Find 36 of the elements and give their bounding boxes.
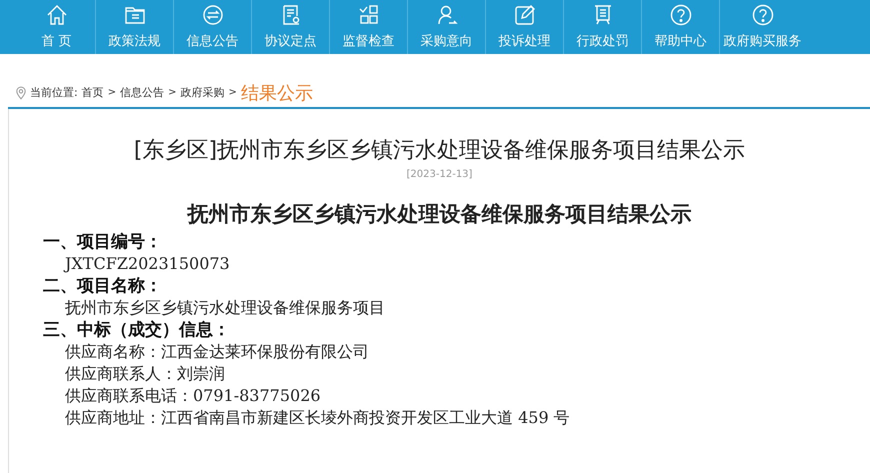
notice-heading: 抚州市东乡区乡镇污水处理设备维保服务项目结果公示 <box>186 201 692 228</box>
location-pin-icon <box>16 86 26 100</box>
nav-item[interactable]: 信息公告 <box>174 0 252 54</box>
nav-item[interactable]: 协议定点 <box>252 0 330 54</box>
nav-item[interactable]: 投诉处理 <box>486 0 564 54</box>
section-heading: 三、中标（成交）信息： <box>42 319 231 341</box>
breadcrumb-separator: > <box>228 87 237 98</box>
nav-item[interactable]: 采购意向 <box>408 0 486 54</box>
breadcrumb-separator: > <box>168 87 176 98</box>
breadcrumb-current: 结果公示 <box>240 82 313 104</box>
nav-item[interactable]: 行政处罚 <box>564 0 642 54</box>
home-icon <box>44 3 68 27</box>
edit-icon <box>512 3 536 27</box>
breadcrumb-link[interactable]: 首页 <box>82 85 104 100</box>
nav-item[interactable]: 政策法规 <box>96 0 174 54</box>
section-text: JXTCFZ2023150073 <box>62 253 231 275</box>
breadcrumb-link[interactable]: 信息公告 <box>120 85 164 100</box>
section-text: 供应商联系电话：0791-83775026 <box>64 385 322 407</box>
nav-item[interactable]: 首 页 <box>18 0 96 54</box>
help-icon <box>668 3 692 27</box>
article-date: [2023-12-13] <box>406 169 474 180</box>
section-text: 供应商联系人：刘崇润 <box>64 363 226 385</box>
section-text: 供应商地址：江西省南昌市新建区长堎外商投资开发区工业大道 459 号 <box>64 407 571 429</box>
breadcrumb-link[interactable]: 政府采购 <box>180 85 224 100</box>
section-text: 供应商名称：江西金达莱环保股份有限公司 <box>64 341 370 363</box>
help-icon <box>750 3 774 27</box>
exchange-icon <box>200 3 224 27</box>
nav-item[interactable]: 监督检查 <box>330 0 408 54</box>
section-text: 抚州市东乡区乡镇污水处理设备维保服务项目 <box>64 297 386 319</box>
breadcrumb-separator: > <box>108 87 116 98</box>
section-heading: 一、项目编号： <box>42 231 163 253</box>
nav-item[interactable]: 政府购买服务 <box>720 0 805 54</box>
article-title: [东乡区]抚州市东乡区乡镇污水处理设备维保服务项目结果公示 <box>132 137 746 165</box>
nav-item[interactable]: 帮助中心 <box>642 0 720 54</box>
breadcrumb-label: 当前位置: <box>30 85 78 100</box>
section-heading: 二、项目名称： <box>42 275 163 297</box>
